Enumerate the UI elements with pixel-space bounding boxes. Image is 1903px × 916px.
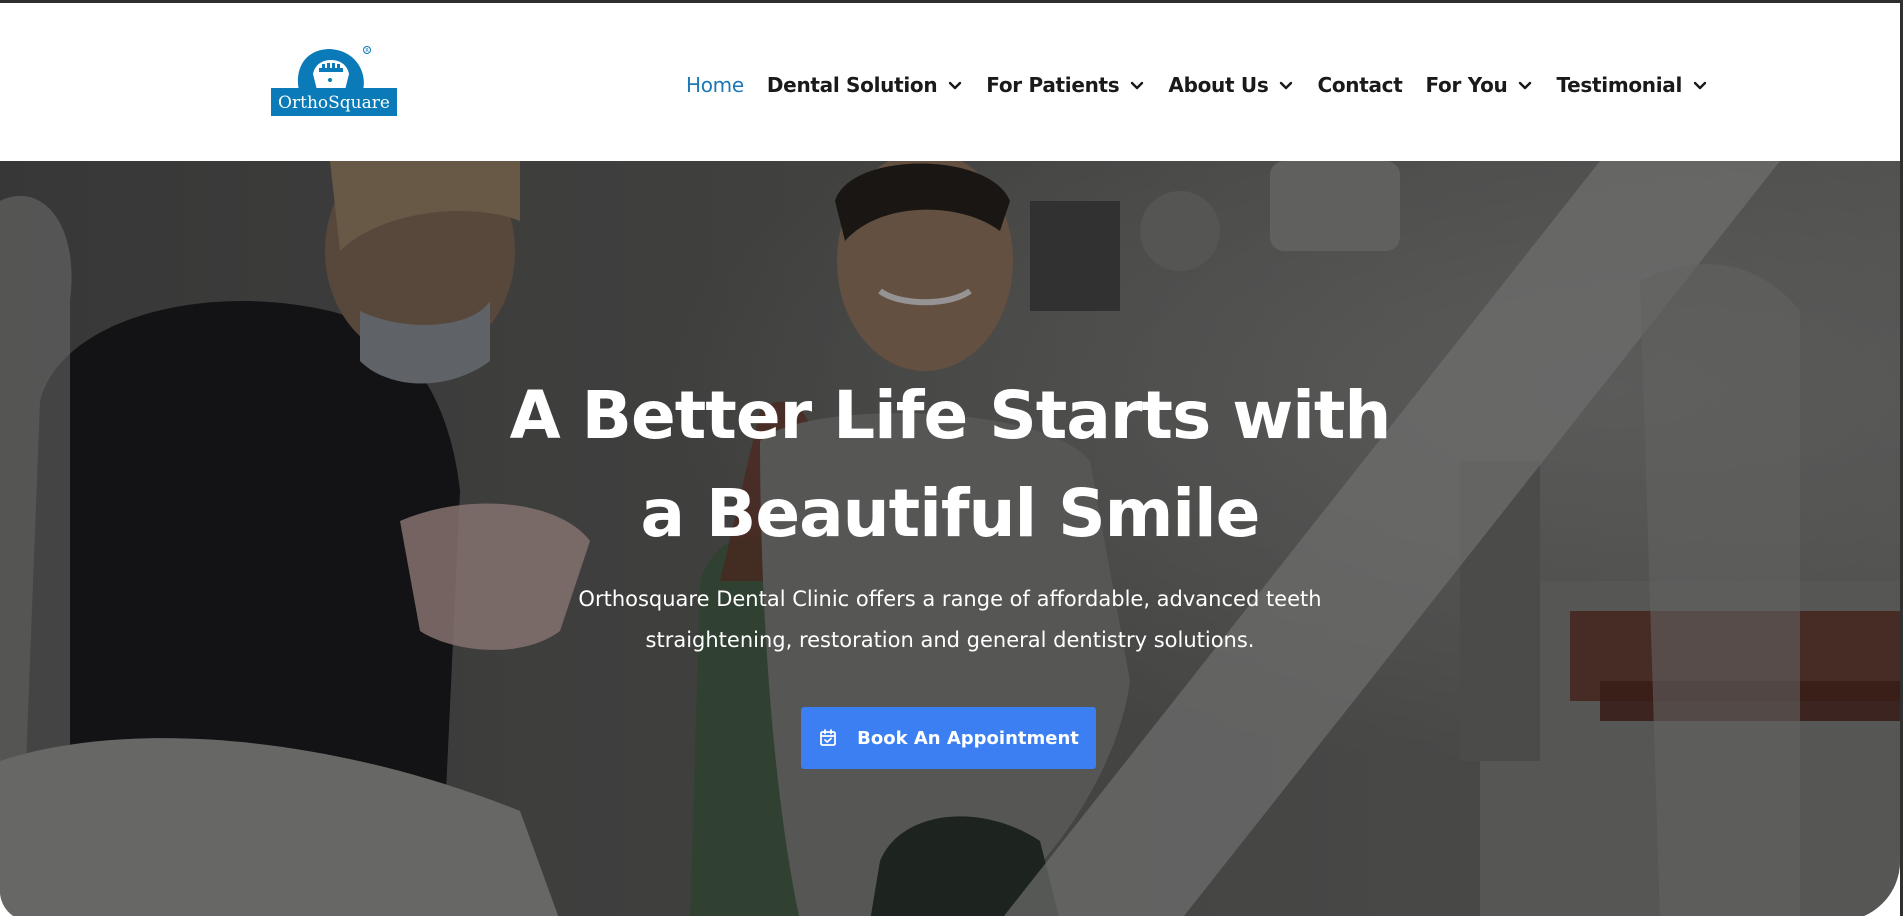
chevron-down-icon xyxy=(949,81,962,90)
nav-item-testimonial[interactable]: Testimonial xyxy=(1556,73,1708,97)
nav-item-label: For Patients xyxy=(986,73,1120,97)
nav-item-label: Contact xyxy=(1317,73,1403,97)
book-appointment-button[interactable]: Book An Appointment xyxy=(801,707,1096,769)
orthosquare-logo[interactable]: R OrthoSquare xyxy=(271,44,397,116)
svg-text:R: R xyxy=(365,48,369,54)
calendar-check-icon xyxy=(820,729,837,746)
chevron-down-icon xyxy=(1280,81,1293,90)
chevron-down-icon xyxy=(1693,81,1707,90)
hero-title: A Better Life Starts with a Beautiful Sm… xyxy=(0,367,1900,563)
hero-subtitle-line-1: Orthosquare Dental Clinic offers a range… xyxy=(578,587,1322,611)
nav-item-label: About Us xyxy=(1168,73,1269,97)
nav-item-label: Home xyxy=(686,73,744,97)
nav-item-for-you[interactable]: For You xyxy=(1426,73,1534,97)
nav-item-dental-solution[interactable]: Dental Solution xyxy=(767,73,963,97)
nav-item-about-us[interactable]: About Us xyxy=(1168,73,1294,97)
hero-subtitle: Orthosquare Dental Clinic offers a range… xyxy=(0,579,1900,661)
nav-item-label: Dental Solution xyxy=(766,73,938,97)
book-appointment-label: Book An Appointment xyxy=(857,727,1079,749)
site-header: R OrthoSquare Home Dental Solution For P… xyxy=(0,3,1900,161)
chevron-down-icon xyxy=(1131,81,1144,90)
page: R OrthoSquare Home Dental Solution For P… xyxy=(0,3,1900,916)
main-nav: Home Dental Solution For Patients About … xyxy=(686,69,1708,101)
chevron-down-icon xyxy=(1519,81,1532,90)
hero-title-line-2: a Beautiful Smile xyxy=(640,475,1261,552)
nav-item-for-patients[interactable]: For Patients xyxy=(986,73,1145,97)
hero-title-line-1: A Better Life Starts with xyxy=(509,377,1392,454)
nav-item-contact[interactable]: Contact xyxy=(1317,73,1402,97)
nav-item-home[interactable]: Home xyxy=(686,73,744,97)
hero-section: A Better Life Starts with a Beautiful Sm… xyxy=(0,161,1900,916)
nav-item-label: Testimonial xyxy=(1556,73,1683,97)
hero-subtitle-line-2: straightening, restoration and general d… xyxy=(645,628,1255,652)
nav-item-label: For You xyxy=(1425,73,1508,97)
logo-text: OrthoSquare xyxy=(278,93,390,113)
